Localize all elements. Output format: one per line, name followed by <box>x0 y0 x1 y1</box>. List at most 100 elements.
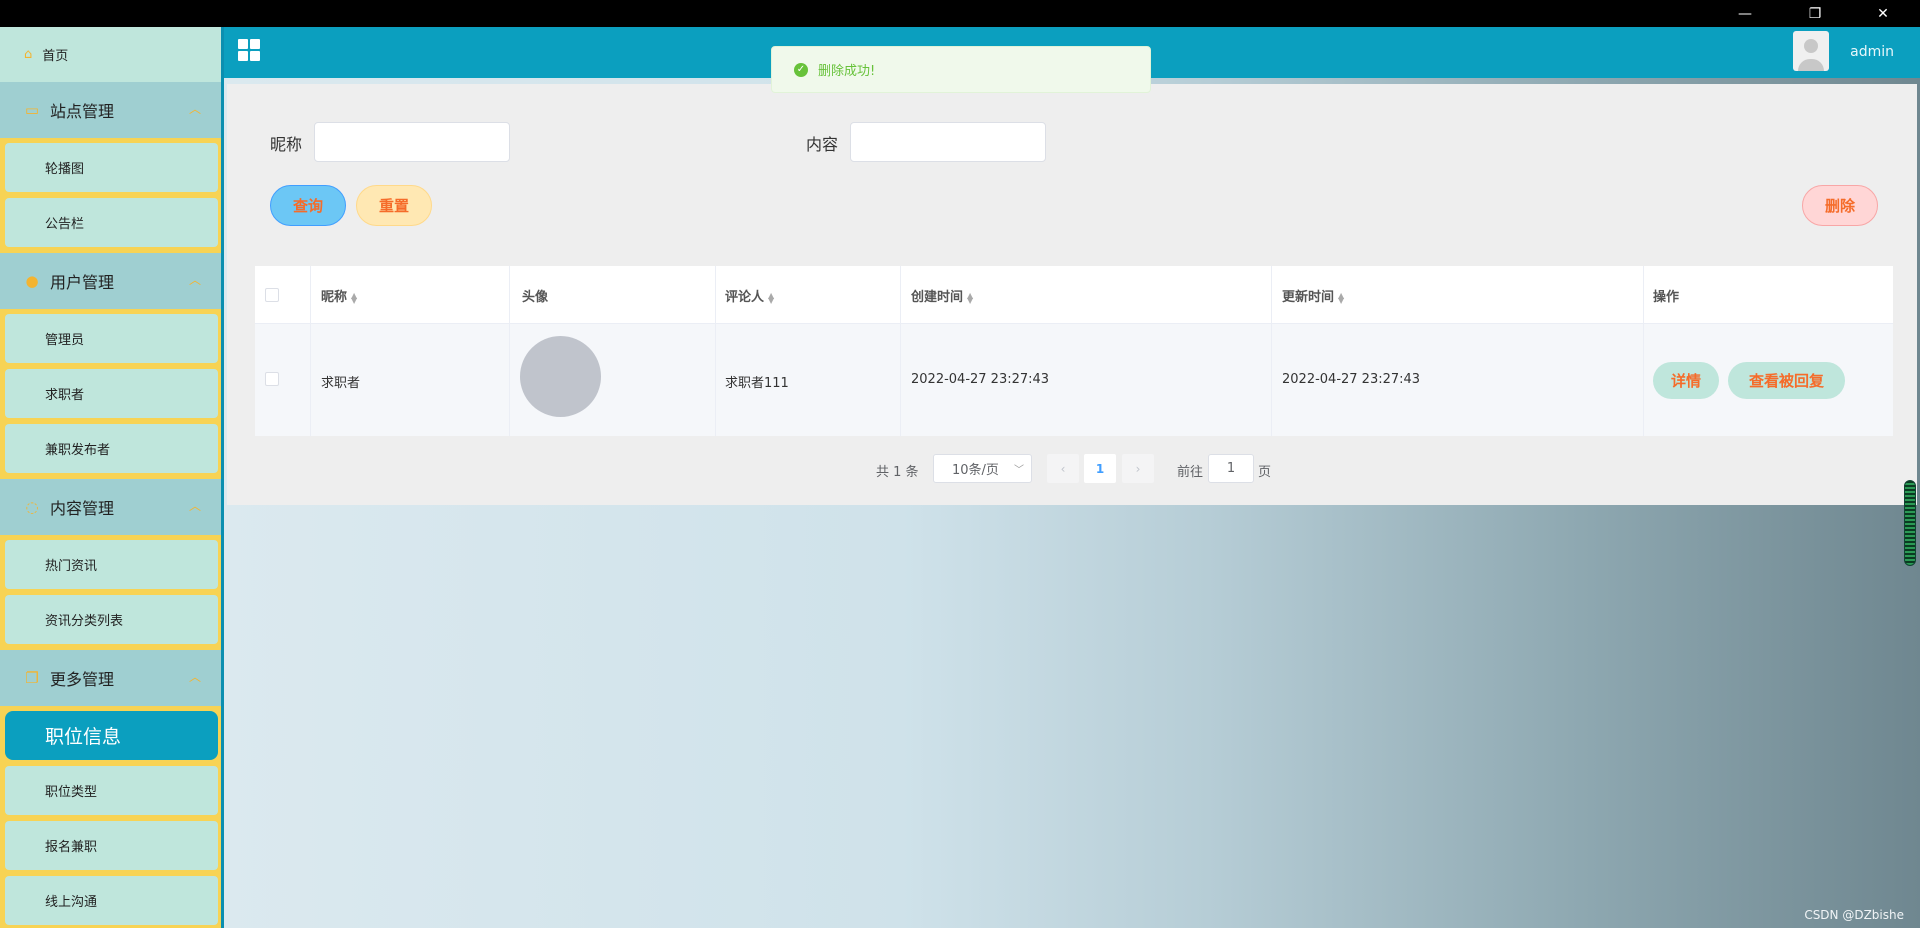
goto-label: 前往 <box>1177 465 1204 480</box>
chevron-down-icon: ﹀ <box>1014 465 1024 476</box>
restore-button[interactable]: ❐ <box>1792 0 1838 27</box>
content-label: 内容 <box>806 135 839 154</box>
home-icon: ⌂ <box>24 47 33 62</box>
sort-icon: ▲ ▼ <box>967 290 974 305</box>
sidebar-item-label: 轮播图 <box>45 162 85 177</box>
sidebar-item-label: 报名兼职 <box>45 840 98 855</box>
sidebar-item-label: 公告栏 <box>45 217 85 232</box>
page-unit-label: 页 <box>1258 465 1272 480</box>
sidebar-item-jobseeker[interactable]: 求职者 <box>5 369 218 418</box>
chevron-left-icon: ‹ <box>1060 461 1066 476</box>
row-avatar-image <box>520 336 601 417</box>
sidebar-item-admin[interactable]: 管理员 <box>5 314 218 363</box>
page-size-select[interactable]: 10条/页 ﹀ <box>933 454 1032 483</box>
sort-icon: ▲ ▼ <box>351 290 358 305</box>
sidebar-item-label: 首页 <box>42 49 69 64</box>
pagination-total: 共 1 条 <box>876 465 919 480</box>
sidebar-group-label: 内容管理 <box>50 499 115 518</box>
sidebar-item-online-chat[interactable]: 线上沟通 <box>5 876 218 925</box>
sidebar-item-label: 管理员 <box>45 333 85 348</box>
table-row <box>255 324 1893 436</box>
cell-nickname: 求职者 <box>321 376 361 391</box>
minimize-button[interactable]: — <box>1722 0 1768 27</box>
delete-button[interactable]: 删除 <box>1802 185 1878 226</box>
sidebar-item-news-category[interactable]: 资讯分类列表 <box>5 595 218 644</box>
goto-page-input[interactable]: 1 <box>1208 454 1254 483</box>
close-button[interactable]: ✕ <box>1860 0 1906 27</box>
sidebar-item-label: 兼职发布者 <box>45 443 111 458</box>
nickname-label: 昵称 <box>270 135 303 154</box>
sidebar-item-signup[interactable]: 报名兼职 <box>5 821 218 870</box>
sidebar-group-content[interactable]: ◌ 内容管理 ︿ <box>0 479 221 535</box>
sidebar-item-label: 热门资讯 <box>45 559 98 574</box>
detail-button[interactable]: 详情 <box>1653 362 1719 399</box>
sidebar-group-site[interactable]: ▭ 站点管理 ︿ <box>0 82 221 138</box>
column-header-avatar: 头像 <box>522 290 549 305</box>
chevron-up-icon: ︿ <box>188 670 201 684</box>
column-divider <box>310 266 311 436</box>
cell-updated: 2022-04-27 23:27:43 <box>1282 372 1421 387</box>
sidebar-group-label: 用户管理 <box>50 273 115 292</box>
sidebar-group-users[interactable]: ● 用户管理 ︿ <box>0 253 221 309</box>
sidebar-item-label: 资讯分类列表 <box>45 614 124 629</box>
column-divider <box>1271 266 1272 436</box>
sidebar-group-label: 站点管理 <box>50 102 115 121</box>
sidebar-item-label: 线上沟通 <box>45 895 98 910</box>
sort-icon: ▲ ▼ <box>768 290 775 305</box>
sort-icon: ▲ ▼ <box>1338 290 1345 305</box>
chevron-up-icon: ︿ <box>188 499 201 513</box>
sidebar-item-label: 职位类型 <box>45 785 98 800</box>
row-checkbox[interactable] <box>265 372 279 386</box>
column-header-created[interactable]: 创建时间 ▲ ▼ <box>911 286 973 305</box>
scrollbar-thumb[interactable] <box>1904 480 1916 566</box>
watermark: CSDN @DZbishe <box>1804 908 1904 922</box>
monitor-icon: ▭ <box>24 101 40 119</box>
sidebar: ⌂ 首页 ▭ 站点管理 ︿ 轮播图 公告栏 ● 用户管理 ︿ 管理员 求职者 兼… <box>0 27 224 928</box>
page-size-value: 10条/页 <box>952 463 999 478</box>
table-header <box>255 266 1893 324</box>
cell-created: 2022-04-27 23:27:43 <box>911 372 1050 387</box>
cell-commenter: 求职者111 <box>725 376 789 391</box>
chevron-up-icon: ︿ <box>188 273 201 287</box>
user-icon: ● <box>25 272 39 290</box>
sidebar-item-job-info[interactable]: 职位信息 <box>5 711 218 760</box>
column-divider <box>900 266 901 436</box>
next-page-button[interactable]: › <box>1122 454 1154 483</box>
sidebar-group-more[interactable]: ❐ 更多管理 ︿ <box>0 650 221 706</box>
column-header-updated[interactable]: 更新时间 ▲ ▼ <box>1282 286 1344 305</box>
sidebar-item-label: 求职者 <box>45 388 85 403</box>
sidebar-item-home[interactable]: ⌂ 首页 <box>0 27 221 82</box>
sidebar-item-label: 职位信息 <box>45 726 122 748</box>
column-header-actions: 操作 <box>1653 290 1680 305</box>
view-reply-button[interactable]: 查看被回复 <box>1728 362 1845 399</box>
select-all-checkbox[interactable] <box>265 288 279 302</box>
sidebar-item-notice[interactable]: 公告栏 <box>5 198 218 247</box>
column-divider <box>509 266 510 436</box>
success-toast: ✓ 删除成功! <box>771 46 1151 93</box>
sidebar-item-job-type[interactable]: 职位类型 <box>5 766 218 815</box>
reset-button[interactable]: 重置 <box>356 185 432 226</box>
query-button[interactable]: 查询 <box>270 185 346 226</box>
column-divider <box>1643 266 1644 436</box>
check-circle-icon: ✓ <box>794 62 808 77</box>
sidebar-item-carousel[interactable]: 轮播图 <box>5 143 218 192</box>
chat-icon: ◌ <box>25 498 39 516</box>
username[interactable]: admin <box>1850 44 1894 60</box>
content-input[interactable] <box>850 122 1046 162</box>
page-number-current[interactable]: 1 <box>1084 454 1116 483</box>
toast-message: 删除成功! <box>818 64 876 79</box>
avatar[interactable] <box>1793 31 1829 71</box>
sidebar-item-hot-news[interactable]: 热门资讯 <box>5 540 218 589</box>
data-table: 昵称 ▲ ▼ 头像 评论人 ▲ ▼ 创建时间 ▲ ▼ 更新时间 ▲ ▼ 操作 求职者 求职者11… <box>255 266 1893 436</box>
column-divider <box>715 266 716 436</box>
sidebar-group-label: 更多管理 <box>50 670 115 689</box>
window-titlebar: — ❐ ✕ <box>0 0 1920 27</box>
copy-icon: ❐ <box>25 669 39 687</box>
prev-page-button[interactable]: ‹ <box>1047 454 1079 483</box>
chevron-up-icon: ︿ <box>188 102 201 116</box>
chevron-right-icon: › <box>1135 461 1141 476</box>
nickname-input[interactable] <box>314 122 510 162</box>
sidebar-item-publisher[interactable]: 兼职发布者 <box>5 424 218 473</box>
column-header-commenter[interactable]: 评论人 ▲ ▼ <box>725 286 774 305</box>
column-header-nickname[interactable]: 昵称 ▲ ▼ <box>321 286 357 305</box>
